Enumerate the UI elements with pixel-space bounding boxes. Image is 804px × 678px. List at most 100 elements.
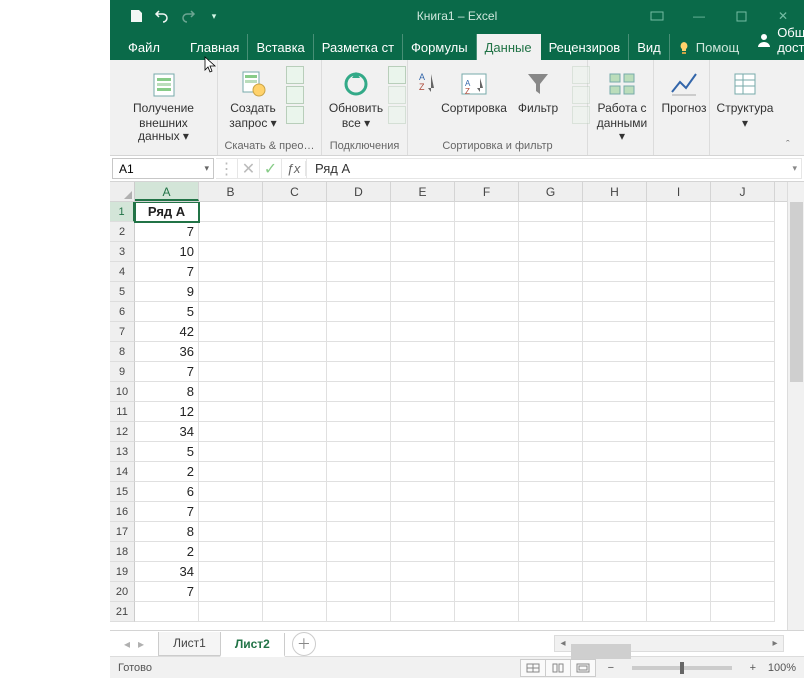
cell-E7[interactable] <box>391 322 455 342</box>
cell-H17[interactable] <box>583 522 647 542</box>
collapse-ribbon-icon[interactable]: ˆ <box>786 139 800 153</box>
cell-B3[interactable] <box>199 242 263 262</box>
advanced-icon[interactable] <box>572 106 590 124</box>
cell-A17[interactable]: 8 <box>135 522 199 542</box>
cell-H1[interactable] <box>583 202 647 222</box>
cell-B13[interactable] <box>199 442 263 462</box>
cell-D9[interactable] <box>327 362 391 382</box>
tab-данные[interactable]: Данные <box>477 34 541 60</box>
cell-I2[interactable] <box>647 222 711 242</box>
cell-C19[interactable] <box>263 562 327 582</box>
cell-J8[interactable] <box>711 342 775 362</box>
cell-J15[interactable] <box>711 482 775 502</box>
cell-G19[interactable] <box>519 562 583 582</box>
cell-D4[interactable] <box>327 262 391 282</box>
cell-B11[interactable] <box>199 402 263 422</box>
cell-D16[interactable] <box>327 502 391 522</box>
new-query-button[interactable]: Создать запрос ▾ <box>224 64 282 132</box>
cell-C14[interactable] <box>263 462 327 482</box>
row-header[interactable]: 3 <box>110 242 135 262</box>
cell-D7[interactable] <box>327 322 391 342</box>
cell-D5[interactable] <box>327 282 391 302</box>
cell-C4[interactable] <box>263 262 327 282</box>
cell-A20[interactable]: 7 <box>135 582 199 602</box>
cell-F14[interactable] <box>455 462 519 482</box>
expand-formula-icon[interactable]: ▾ <box>792 163 797 174</box>
redo-icon[interactable] <box>180 8 196 24</box>
cell-D11[interactable] <box>327 402 391 422</box>
save-icon[interactable] <box>128 8 144 24</box>
row-header[interactable]: 2 <box>110 222 135 242</box>
cell-J11[interactable] <box>711 402 775 422</box>
cell-A10[interactable]: 8 <box>135 382 199 402</box>
cell-A6[interactable]: 5 <box>135 302 199 322</box>
cell-F10[interactable] <box>455 382 519 402</box>
cell-E21[interactable] <box>391 602 455 622</box>
cell-C8[interactable] <box>263 342 327 362</box>
tell-me[interactable]: Помощ <box>670 40 747 60</box>
cell-B17[interactable] <box>199 522 263 542</box>
cell-J19[interactable] <box>711 562 775 582</box>
cell-B15[interactable] <box>199 482 263 502</box>
cell-I5[interactable] <box>647 282 711 302</box>
cell-D15[interactable] <box>327 482 391 502</box>
cell-A1[interactable]: Ряд А <box>135 202 199 222</box>
cell-C9[interactable] <box>263 362 327 382</box>
enter-formula-button[interactable]: ✓ <box>260 159 282 179</box>
clear-filter-icon[interactable] <box>572 66 590 84</box>
cell-H16[interactable] <box>583 502 647 522</box>
cell-A13[interactable]: 5 <box>135 442 199 462</box>
cell-B21[interactable] <box>199 602 263 622</box>
col-header-H[interactable]: H <box>583 182 647 201</box>
col-header-A[interactable]: A <box>135 182 199 201</box>
cell-J20[interactable] <box>711 582 775 602</box>
cell-F19[interactable] <box>455 562 519 582</box>
cell-C12[interactable] <box>263 422 327 442</box>
row-header[interactable]: 14 <box>110 462 135 482</box>
cell-F17[interactable] <box>455 522 519 542</box>
cell-F18[interactable] <box>455 542 519 562</box>
cell-A14[interactable]: 2 <box>135 462 199 482</box>
cell-I15[interactable] <box>647 482 711 502</box>
cell-D2[interactable] <box>327 222 391 242</box>
cell-F20[interactable] <box>455 582 519 602</box>
cell-G8[interactable] <box>519 342 583 362</box>
cell-G12[interactable] <box>519 422 583 442</box>
cell-E9[interactable] <box>391 362 455 382</box>
cell-G5[interactable] <box>519 282 583 302</box>
cell-E19[interactable] <box>391 562 455 582</box>
sheet-nav-next[interactable]: ▸ <box>138 637 144 651</box>
cell-H6[interactable] <box>583 302 647 322</box>
cell-A18[interactable]: 2 <box>135 542 199 562</box>
cell-F15[interactable] <box>455 482 519 502</box>
cell-I16[interactable] <box>647 502 711 522</box>
cell-E2[interactable] <box>391 222 455 242</box>
cell-B8[interactable] <box>199 342 263 362</box>
cell-F13[interactable] <box>455 442 519 462</box>
cell-J14[interactable] <box>711 462 775 482</box>
edit-links-icon[interactable] <box>388 106 406 124</box>
cell-B7[interactable] <box>199 322 263 342</box>
cell-B16[interactable] <box>199 502 263 522</box>
cell-D21[interactable] <box>327 602 391 622</box>
cell-F1[interactable] <box>455 202 519 222</box>
cell-E20[interactable] <box>391 582 455 602</box>
cell-I1[interactable] <box>647 202 711 222</box>
cell-I18[interactable] <box>647 542 711 562</box>
view-page-break-button[interactable] <box>570 659 596 677</box>
cell-I6[interactable] <box>647 302 711 322</box>
cell-D10[interactable] <box>327 382 391 402</box>
row-header[interactable]: 7 <box>110 322 135 342</box>
cell-I12[interactable] <box>647 422 711 442</box>
row-header[interactable]: 17 <box>110 522 135 542</box>
cell-F2[interactable] <box>455 222 519 242</box>
ribbon-display-button[interactable] <box>636 0 678 32</box>
cell-I8[interactable] <box>647 342 711 362</box>
cell-A16[interactable]: 7 <box>135 502 199 522</box>
add-sheet-button[interactable]: ＋ <box>292 632 316 656</box>
zoom-in-button[interactable]: + <box>746 662 760 674</box>
cell-F5[interactable] <box>455 282 519 302</box>
cell-A7[interactable]: 42 <box>135 322 199 342</box>
row-header[interactable]: 19 <box>110 562 135 582</box>
outline-button[interactable]: Структура ▾ <box>716 64 774 132</box>
